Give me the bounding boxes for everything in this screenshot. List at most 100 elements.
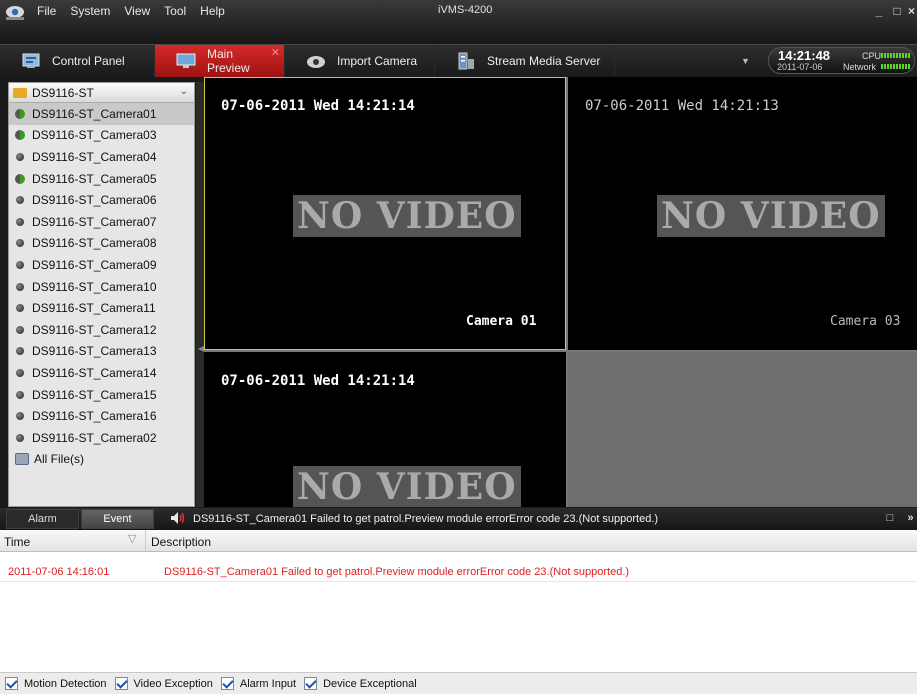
- latest-event-message: DS9116-ST_Camera01 Failed to get patrol.…: [193, 513, 659, 525]
- camera-status-icon: [16, 390, 24, 399]
- tree-item-camera[interactable]: DS9116-ST_Camera09: [9, 254, 194, 276]
- camera-status-icon: [16, 325, 24, 334]
- tree-item-camera[interactable]: DS9116-ST_Camera07: [9, 211, 194, 233]
- chevron-down-icon: ⌄: [179, 86, 188, 97]
- camera-status-icon: [16, 260, 24, 269]
- all-files-item[interactable]: All File(s): [9, 449, 194, 471]
- tree-item-label: DS9116-ST_Camera05: [32, 171, 157, 186]
- clock-date: 2011-07-06: [777, 62, 823, 72]
- window-title: iVMS-4200: [438, 4, 493, 16]
- tree-item-label: DS9116-ST_Camera16: [32, 409, 157, 424]
- cpu-meter: [881, 53, 911, 58]
- tab-label: Control Panel: [52, 54, 125, 68]
- menu-help[interactable]: Help: [193, 0, 232, 23]
- all-files-label: All File(s): [34, 452, 84, 467]
- speaker-icon[interactable]: [170, 511, 186, 525]
- maximize-button[interactable]: □: [889, 3, 905, 19]
- app-logo-icon: [0, 0, 30, 23]
- no-video-label: NO VIDEO: [293, 466, 521, 507]
- network-meter: [881, 64, 911, 69]
- filter-video-exception[interactable]: Video Exception: [114, 677, 213, 690]
- tree-item-camera[interactable]: DS9116-ST_Camera08: [9, 233, 194, 255]
- camera-status-icon: [16, 196, 24, 205]
- tree-item-camera[interactable]: DS9116-ST_Camera14: [9, 362, 194, 384]
- checkbox-checked-icon[interactable]: [220, 677, 234, 690]
- event-log-table: Time ▽ Description 2011-07-06 14:16:01 D…: [0, 530, 917, 694]
- tree-item-label: DS9116-ST_Camera14: [32, 365, 157, 380]
- tree-item-camera[interactable]: DS9116-ST_Camera16: [9, 405, 194, 427]
- clock-time: 14:21:48: [778, 48, 831, 63]
- column-divider[interactable]: [145, 530, 146, 552]
- tree-item-camera[interactable]: DS9116-ST_Camera10: [9, 276, 194, 298]
- sidebar-splitter[interactable]: [196, 82, 204, 507]
- menu-tool[interactable]: Tool: [157, 0, 193, 23]
- tree-item-camera[interactable]: DS9116-ST_Camera02: [9, 427, 194, 449]
- video-pane-3[interactable]: 07-06-2011 Wed 14:21:14 NO VIDEO: [204, 352, 566, 507]
- tree-item-camera[interactable]: DS9116-ST_Camera15: [9, 384, 194, 406]
- camera-status-icon: [16, 304, 24, 313]
- filter-label: Device Exceptional: [323, 677, 417, 690]
- tab-main-preview[interactable]: Main Preview ✕: [155, 45, 285, 77]
- tree-item-label: DS9116-ST_Camera09: [32, 257, 157, 272]
- tab-dropdown-icon[interactable]: ▼: [741, 56, 750, 66]
- filter-device-exceptional[interactable]: Device Exceptional: [304, 677, 417, 690]
- video-pane-1[interactable]: 07-06-2011 Wed 14:21:14 NO VIDEO Camera …: [204, 77, 566, 350]
- network-label: Network: [843, 62, 877, 72]
- restore-panel-icon[interactable]: □: [883, 511, 897, 525]
- close-tab-icon[interactable]: ✕: [271, 46, 280, 59]
- column-description[interactable]: Description: [151, 535, 211, 549]
- video-pane-4[interactable]: [568, 352, 917, 507]
- tab-label: Import Camera: [337, 54, 418, 68]
- tree-item-label: DS9116-ST_Camera07: [32, 214, 157, 229]
- menu-system[interactable]: System: [63, 0, 117, 23]
- camera-status-icon: [16, 282, 24, 291]
- tree-item-camera[interactable]: DS9116-ST_Camera11: [9, 297, 194, 319]
- checkbox-checked-icon[interactable]: [304, 677, 318, 690]
- tree-item-label: DS9116-ST_Camera11: [32, 301, 156, 316]
- camera-name-osd: Camera 03: [830, 314, 901, 329]
- minimize-button[interactable]: _: [871, 3, 887, 19]
- tree-item-camera[interactable]: DS9116-ST_Camera03: [9, 125, 194, 147]
- camera-name-osd: Camera 01: [466, 314, 537, 329]
- video-pane-2[interactable]: 07-06-2011 Wed 14:21:13 NO VIDEO Camera …: [568, 77, 917, 350]
- control-panel-icon: [20, 52, 42, 70]
- files-icon: [15, 453, 29, 466]
- column-time[interactable]: Time: [4, 535, 30, 549]
- sort-filter-icon[interactable]: ▽: [128, 532, 136, 545]
- server-icon: [455, 52, 477, 70]
- tab-control-panel[interactable]: Control Panel: [0, 45, 155, 77]
- checkbox-checked-icon[interactable]: [114, 677, 128, 690]
- tab-import-camera[interactable]: Import Camera: [285, 45, 435, 77]
- tree-item-camera[interactable]: DS9116-ST_Camera04: [9, 146, 194, 168]
- tree-item-label: DS9116-ST_Camera08: [32, 236, 157, 251]
- tree-item-camera[interactable]: DS9116-ST_Camera01: [9, 103, 194, 125]
- menu-file[interactable]: File: [30, 0, 63, 23]
- device-group-select[interactable]: DS9116-ST ⌄: [9, 83, 194, 103]
- filter-label: Motion Detection: [24, 677, 107, 690]
- table-row[interactable]: 2011-07-06 14:16:01 DS9116-ST_Camera01 F…: [0, 564, 917, 582]
- camera-status-icon: [15, 130, 25, 141]
- tab-label: Main Preview: [207, 47, 250, 75]
- no-video-label: NO VIDEO: [293, 195, 521, 237]
- tree-item-label: DS9116-ST_Camera12: [32, 322, 157, 337]
- tab-alarm[interactable]: Alarm: [6, 509, 79, 529]
- tree-item-camera[interactable]: DS9116-ST_Camera05: [9, 168, 194, 190]
- tree-item-label: DS9116-ST_Camera01: [32, 106, 157, 121]
- filter-motion-detection[interactable]: Motion Detection: [5, 677, 107, 690]
- tab-stream-media-server[interactable]: Stream Media Server: [435, 45, 615, 77]
- tree-item-label: DS9116-ST_Camera06: [32, 193, 157, 208]
- close-window-button[interactable]: ×: [906, 3, 917, 19]
- tree-item-camera[interactable]: DS9116-ST_Camera12: [9, 319, 194, 341]
- device-group-label: DS9116-ST: [32, 85, 94, 100]
- camera-status-icon: [16, 433, 24, 442]
- filter-alarm-input[interactable]: Alarm Input: [220, 677, 296, 690]
- device-tree: DS9116-ST ⌄ DS9116-ST_Camera01 DS9116-ST_…: [8, 82, 195, 507]
- tab-event[interactable]: Event: [81, 509, 154, 529]
- tree-item-camera[interactable]: DS9116-ST_Camera06: [9, 189, 194, 211]
- tree-item-camera[interactable]: DS9116-ST_Camera13: [9, 341, 194, 363]
- camera-status-icon: [16, 217, 24, 226]
- collapse-panel-icon[interactable]: »: [904, 511, 917, 525]
- checkbox-checked-icon[interactable]: [5, 677, 18, 690]
- menu-view[interactable]: View: [117, 0, 157, 23]
- tab-label: Stream Media Server: [487, 54, 601, 68]
